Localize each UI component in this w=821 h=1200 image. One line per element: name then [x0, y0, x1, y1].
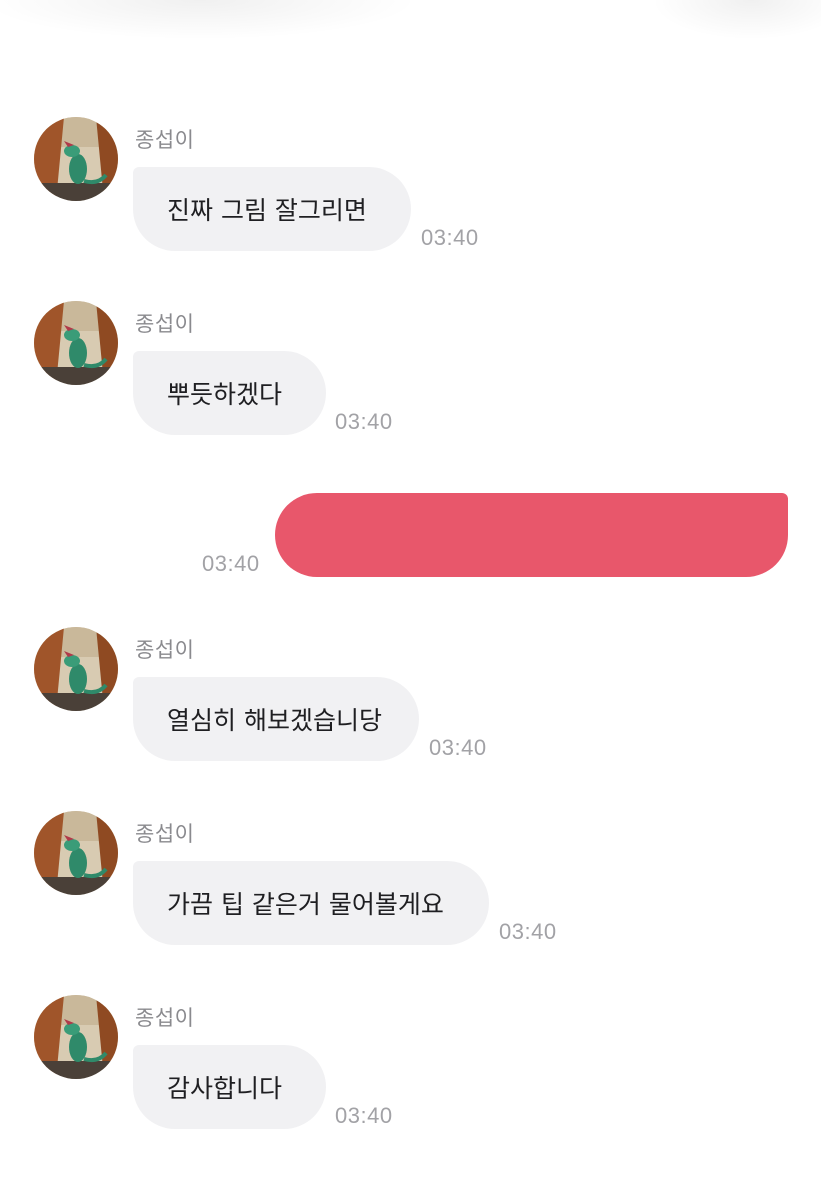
message-time: 03:40 — [499, 919, 557, 944]
lizard-avatar-icon — [34, 627, 118, 711]
message-bubble[interactable]: 열심히 해보겠습니당 — [133, 677, 419, 761]
avatar[interactable] — [34, 811, 118, 895]
sender-name: 종섭이 — [135, 822, 195, 846]
avatar[interactable] — [34, 627, 118, 711]
sender-name: 종섭이 — [135, 312, 195, 336]
sender-name: 종섭이 — [135, 128, 195, 152]
message-time: 03:40 — [202, 551, 260, 576]
avatar[interactable] — [34, 995, 118, 1079]
message-time: 03:40 — [421, 225, 479, 250]
lizard-avatar-icon — [34, 811, 118, 895]
lizard-avatar-icon — [34, 301, 118, 385]
message-time: 03:40 — [335, 409, 393, 434]
message-bubble[interactable]: 가끔 팁 같은거 물어볼게요 — [133, 861, 489, 945]
sender-name: 종섭이 — [135, 638, 195, 662]
message-bubble[interactable]: 뿌듯하겠다 — [133, 351, 326, 435]
redacted-message-bubble[interactable] — [275, 493, 788, 577]
sender-name: 종섭이 — [135, 1006, 195, 1030]
top-bar-shadow — [0, 0, 821, 70]
message-time: 03:40 — [429, 735, 487, 760]
avatar[interactable] — [34, 301, 118, 385]
message-time: 03:40 — [335, 1103, 393, 1128]
avatar[interactable] — [34, 117, 118, 201]
lizard-avatar-icon — [34, 995, 118, 1079]
message-bubble[interactable]: 감사합니다 — [133, 1045, 326, 1129]
message-bubble[interactable]: 진짜 그림 잘그리면 — [133, 167, 411, 251]
lizard-avatar-icon — [34, 117, 118, 201]
